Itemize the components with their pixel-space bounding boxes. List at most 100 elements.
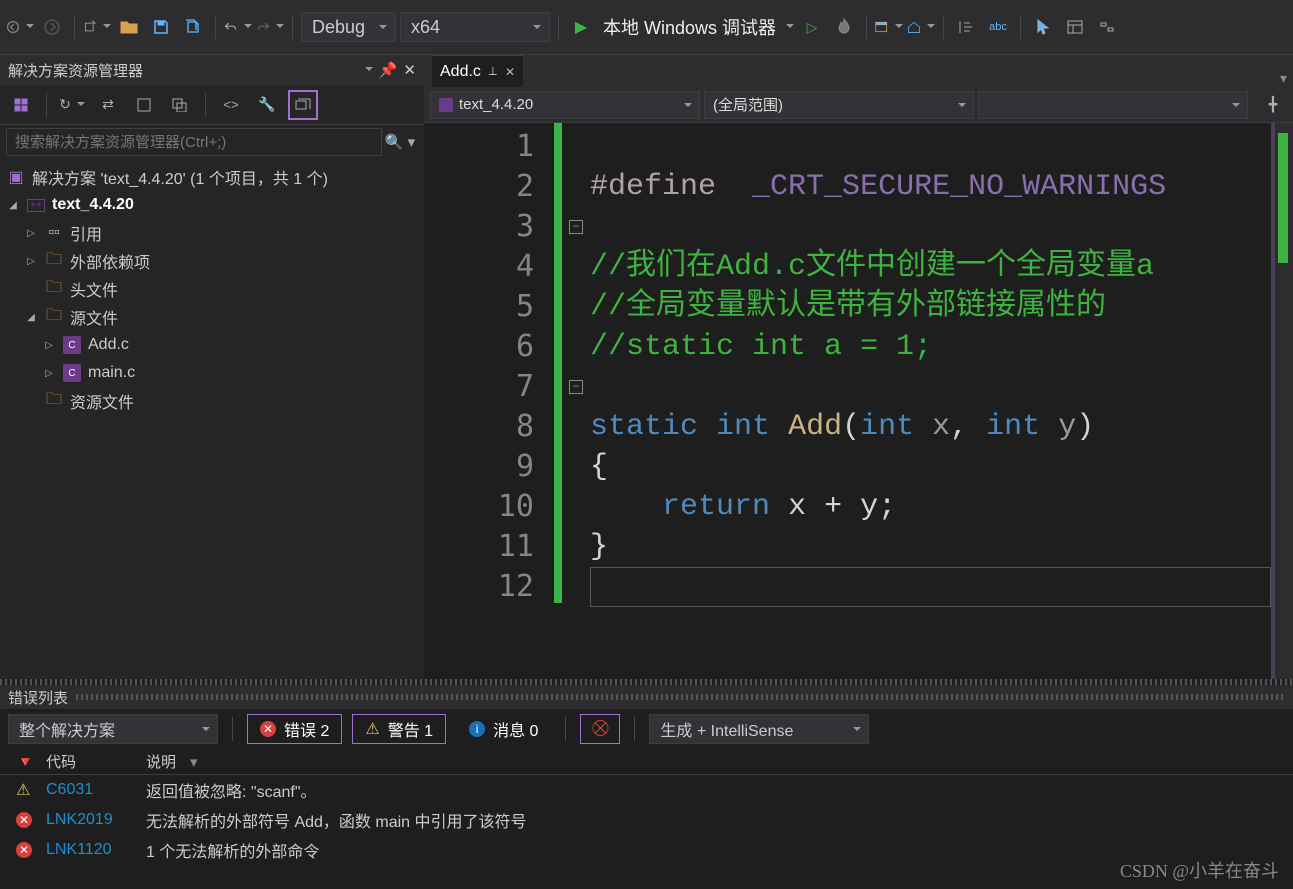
warning-icon: ⚠ — [365, 719, 379, 739]
home-icon[interactable] — [6, 90, 36, 120]
tab-overflow-icon[interactable]: ▾ — [1280, 70, 1293, 87]
editor-area: Add.c ⟂ ✕ ▾ text_4.4.20 (全局范围) ╋ 12 34 5… — [424, 55, 1293, 679]
info-icon: i — [469, 721, 485, 737]
error-list-rows[interactable]: ⚠C6031返回值被忽略: "scanf"。✕LNK2019无法解析的外部符号 … — [0, 775, 1293, 885]
resources-node[interactable]: 🗀 资源文件 — [0, 387, 424, 415]
code-text[interactable]: #define _CRT_SECURE_NO_WARNINGS //我们在Add… — [590, 123, 1271, 679]
file-add-c[interactable]: C Add.c — [0, 331, 424, 359]
separator — [565, 717, 566, 741]
start-debug-button[interactable]: ▶ — [567, 13, 595, 41]
separator — [232, 717, 233, 741]
open-folder-icon[interactable] — [115, 13, 143, 41]
new-item-icon[interactable] — [83, 13, 111, 41]
refs-node[interactable]: ▫▫ 引用 — [0, 219, 424, 247]
solution-tree[interactable]: ▣ 解决方案 'text_4.4.20' (1 个项目，共 1 个) ++ te… — [0, 159, 424, 679]
collapse-icon[interactable] — [129, 90, 159, 120]
error-icon: ✕ — [260, 721, 276, 737]
error-row[interactable]: ✕LNK2019无法解析的外部符号 Add，函数 main 中引用了该符号 — [0, 805, 1293, 835]
undo-icon[interactable] — [224, 13, 252, 41]
error-list-header[interactable]: 🔻 代码 说明 ▾ — [0, 749, 1293, 775]
solution-root[interactable]: ▣ 解决方案 'text_4.4.20' (1 个项目，共 1 个) — [0, 163, 424, 191]
code-icon[interactable]: <> — [216, 90, 246, 120]
messages-filter-button[interactable]: i 消息 0 — [456, 714, 551, 744]
separator — [46, 93, 47, 117]
more-icon[interactable] — [1093, 13, 1121, 41]
browser-icon[interactable] — [875, 13, 903, 41]
member-dropdown[interactable] — [978, 91, 1248, 119]
watermark: CSDN @小羊在奋斗 — [1120, 857, 1279, 883]
error-row[interactable]: ⚠C6031返回值被忽略: "scanf"。 — [0, 775, 1293, 805]
source-dropdown[interactable]: 生成 + IntelliSense — [649, 714, 869, 744]
error-list-title: 错误列表 — [0, 685, 1293, 709]
save-all-icon[interactable] — [179, 13, 207, 41]
debugger-label[interactable]: 本地 Windows 调试器 — [603, 14, 776, 40]
fold-column[interactable]: − − — [562, 123, 590, 679]
error-list-toolbar: 整个解决方案 ✕ 错误 2 ⚠ 警告 1 i 消息 0 ⛒ 生成 + Intel… — [0, 709, 1293, 749]
step-icon[interactable] — [952, 13, 980, 41]
sync-icon[interactable]: ⇄ — [93, 90, 123, 120]
editor-tab-add-c[interactable]: Add.c ⟂ ✕ — [432, 55, 523, 87]
home-icon[interactable] — [907, 13, 935, 41]
refresh-icon[interactable]: ↻ — [57, 90, 87, 120]
hot-reload-icon[interactable] — [830, 13, 858, 41]
change-indicator — [554, 123, 562, 679]
clear-filter-button[interactable]: ⛒ — [580, 714, 620, 744]
highlight-icon[interactable]: abc — [984, 13, 1012, 41]
project-dropdown[interactable]: text_4.4.20 — [430, 91, 700, 119]
show-all-icon[interactable] — [165, 90, 195, 120]
separator — [215, 15, 216, 39]
solution-search-input[interactable] — [6, 128, 382, 156]
editor-navbar: text_4.4.20 (全局范围) ╋ — [424, 87, 1293, 123]
ext-deps-node[interactable]: 🗀 外部依赖项 — [0, 247, 424, 275]
editor-tabs: Add.c ⟂ ✕ ▾ — [424, 55, 1293, 87]
errors-filter-button[interactable]: ✕ 错误 2 — [247, 714, 342, 744]
separator — [558, 15, 559, 39]
main-toolbar: Debug x64 ▶ 本地 Windows 调试器 ▷ abc — [0, 0, 1293, 55]
nav-forward-icon[interactable] — [38, 13, 66, 41]
close-icon[interactable]: ✕ — [505, 65, 515, 79]
solution-explorer: 解决方案资源管理器 📌 ✕ ↻ ⇄ <> 🔧 🔍 ▾ ▣ — [0, 55, 424, 679]
error-row[interactable]: ✕LNK11201 个无法解析的外部命令 — [0, 835, 1293, 865]
code-editor[interactable]: 12 34 56 78 910 1112 − − #define _CRT_ — [424, 123, 1293, 679]
vertical-scrollbar[interactable] — [1275, 123, 1293, 679]
separator — [292, 15, 293, 39]
separator — [634, 717, 635, 741]
wrench-icon[interactable]: 🔧 — [252, 90, 282, 120]
nav-back-icon[interactable] — [6, 13, 34, 41]
filter-clear-icon: ⛒ — [587, 720, 613, 738]
cursor-icon[interactable] — [1029, 13, 1057, 41]
debugger-dropdown-icon[interactable] — [786, 19, 794, 35]
pin-icon[interactable]: ⟂ — [489, 64, 497, 79]
config-dropdown[interactable]: Debug — [301, 12, 396, 42]
separator — [866, 15, 867, 39]
close-icon[interactable]: ✕ — [403, 61, 416, 79]
file-main-c[interactable]: C main.c — [0, 359, 424, 387]
platform-dropdown[interactable]: x64 — [400, 12, 550, 42]
project-node[interactable]: ++ text_4.4.20 — [0, 191, 424, 219]
filter-icon[interactable]: 🔻 — [16, 753, 36, 771]
dropdown-icon[interactable] — [365, 62, 373, 79]
separator — [74, 15, 75, 39]
scope-dropdown[interactable]: 整个解决方案 — [8, 714, 218, 744]
sort-icon[interactable]: ▾ — [190, 753, 198, 771]
redo-icon[interactable] — [256, 13, 284, 41]
current-line-highlight — [590, 567, 1271, 607]
error-list-panel: 错误列表 整个解决方案 ✕ 错误 2 ⚠ 警告 1 i 消息 0 ⛒ 生成 + … — [0, 685, 1293, 885]
separator — [943, 15, 944, 39]
pin-icon[interactable]: 📌 — [379, 61, 398, 79]
headers-node[interactable]: 🗀 头文件 — [0, 275, 424, 303]
scope-dropdown[interactable]: (全局范围) — [704, 91, 974, 119]
solution-explorer-toolbar: ↻ ⇄ <> 🔧 — [0, 85, 424, 125]
split-icon[interactable]: ╋ — [1259, 91, 1287, 119]
separator — [1020, 15, 1021, 39]
line-number-gutter: 12 34 56 78 910 1112 — [424, 123, 554, 679]
separator — [205, 93, 206, 117]
solution-search-row: 🔍 ▾ — [0, 125, 424, 159]
layout-icon[interactable] — [1061, 13, 1089, 41]
start-without-debug-icon[interactable]: ▷ — [798, 13, 826, 41]
save-icon[interactable] — [147, 13, 175, 41]
sources-node[interactable]: 🗀 源文件 — [0, 303, 424, 331]
preview-icon[interactable] — [288, 90, 318, 120]
search-icon[interactable]: 🔍 ▾ — [382, 133, 418, 151]
warnings-filter-button[interactable]: ⚠ 警告 1 — [352, 714, 446, 744]
